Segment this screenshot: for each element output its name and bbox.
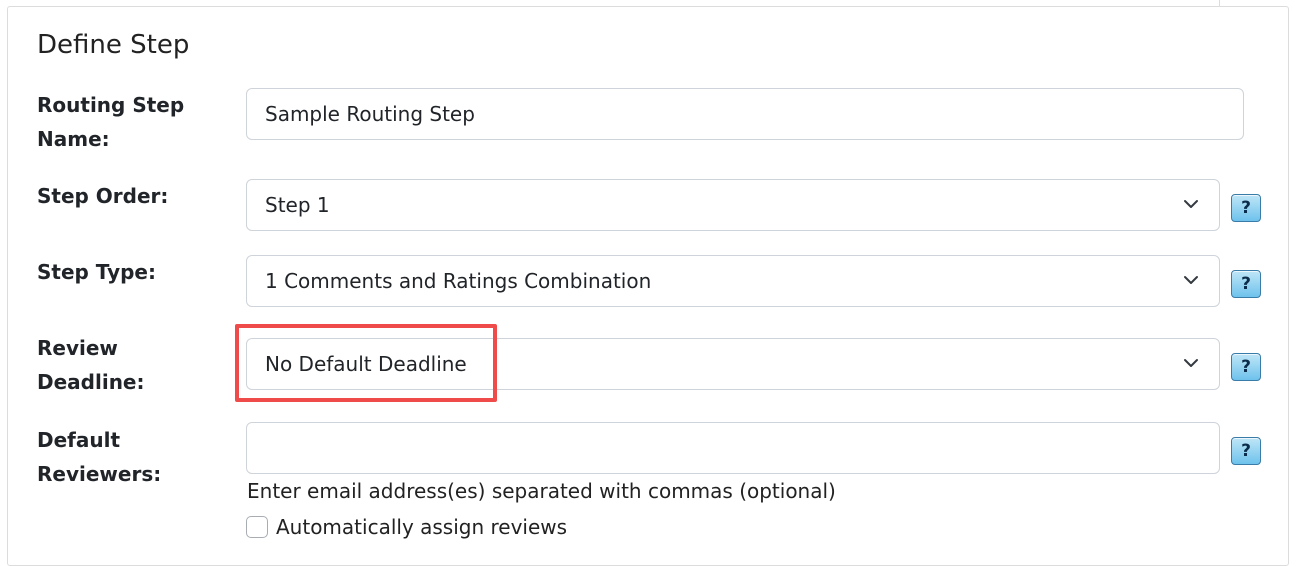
default-reviewers-help-button[interactable]: ? <box>1231 437 1261 465</box>
review-deadline-label-line1: Review <box>37 336 118 360</box>
review-deadline-select[interactable]: No Default Deadline <box>246 338 1220 390</box>
section-title: Define Step <box>37 30 190 60</box>
default-reviewers-label: Default Reviewers: <box>37 423 227 491</box>
default-reviewers-label-line2: Reviewers: <box>37 462 162 486</box>
step-type-label: Step Type: <box>37 260 156 284</box>
panel-divider <box>1219 0 1220 6</box>
review-deadline-label-line2: Deadline: <box>37 370 145 394</box>
review-deadline-selected-value: No Default Deadline <box>265 352 467 376</box>
step-order-selected-value: Step 1 <box>265 193 330 217</box>
routing-step-name-label-line2: Name: <box>37 127 110 151</box>
routing-step-name-label-line1: Routing Step <box>37 93 185 117</box>
default-reviewers-hint: Enter email address(es) separated with c… <box>247 479 836 503</box>
step-order-help-button[interactable]: ? <box>1231 194 1261 222</box>
step-type-select[interactable]: 1 Comments and Ratings Combination <box>246 255 1220 307</box>
auto-assign-label[interactable]: Automatically assign reviews <box>276 515 567 539</box>
step-type-help-button[interactable]: ? <box>1231 270 1261 298</box>
routing-step-name-label: Routing Step Name: <box>37 88 227 156</box>
step-order-select[interactable]: Step 1 <box>246 179 1220 231</box>
chevron-down-icon <box>1184 359 1198 367</box>
auto-assign-row: Automatically assign reviews <box>246 512 567 542</box>
auto-assign-checkbox[interactable] <box>246 516 268 538</box>
chevron-down-icon <box>1184 200 1198 208</box>
default-reviewers-label-line1: Default <box>37 428 121 452</box>
routing-step-name-input[interactable]: Sample Routing Step <box>246 88 1244 140</box>
review-deadline-help-button[interactable]: ? <box>1231 353 1261 381</box>
step-type-selected-value: 1 Comments and Ratings Combination <box>265 269 652 293</box>
step-order-label: Step Order: <box>37 184 169 208</box>
review-deadline-label: Review Deadline: <box>37 331 227 399</box>
default-reviewers-input[interactable] <box>246 422 1220 474</box>
chevron-down-icon <box>1184 276 1198 284</box>
